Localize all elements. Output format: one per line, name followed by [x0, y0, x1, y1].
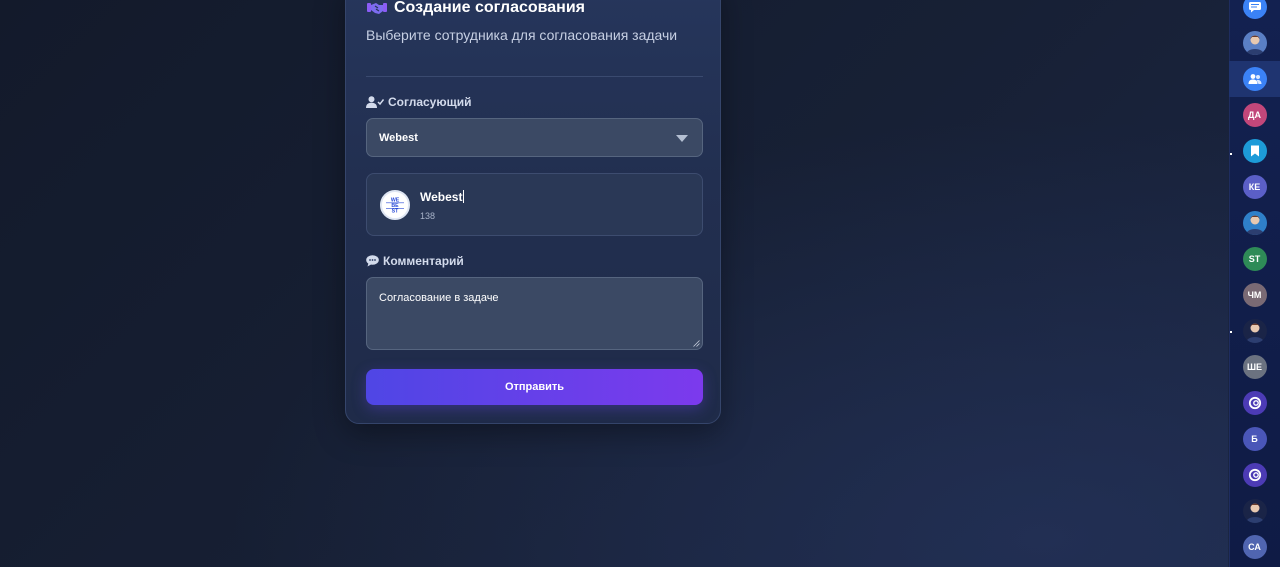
- selected-user-name: Webest: [420, 190, 463, 204]
- approval-form-card: Создание согласования Выберите сотрудник…: [345, 0, 721, 424]
- sidebar-chat-item[interactable]: [1229, 457, 1280, 493]
- approver-label-text: Согласующий: [388, 95, 472, 109]
- sidebar-chat-item[interactable]: ДА: [1229, 97, 1280, 133]
- approver-select-value: Webest: [379, 131, 418, 144]
- webest-logo-icon: WE BE ST: [385, 196, 405, 215]
- comment-label-text: Комментарий: [383, 254, 464, 268]
- avatar-initials: СА: [1242, 535, 1267, 559]
- sidebar-chat-item[interactable]: [1229, 205, 1280, 241]
- comment-textarea[interactable]: Согласование в задаче: [366, 277, 703, 350]
- sidebar-chat-item[interactable]: Б: [1229, 421, 1280, 457]
- avatar-photo: [1242, 499, 1267, 523]
- sidebar-chat-item[interactable]: КЕ: [1229, 169, 1280, 205]
- speech-bubble-icon: [366, 255, 379, 267]
- sidebar-chat-item[interactable]: [1229, 133, 1280, 169]
- page-title: Создание согласования: [394, 0, 585, 16]
- avatar-photo: [1242, 31, 1267, 55]
- avatar-initials: ЧМ: [1242, 283, 1267, 307]
- avatar-initials: Б: [1242, 427, 1267, 451]
- submit-button[interactable]: Отправить: [366, 369, 703, 405]
- swirl-logo-icon: [1242, 391, 1267, 415]
- sidebar-chat-item[interactable]: ШЕ: [1229, 349, 1280, 385]
- handshake-icon: [366, 0, 388, 16]
- chevron-down-icon: [676, 135, 688, 142]
- sidebar-chat-item[interactable]: [1229, 385, 1280, 421]
- selected-user-name-row: Webest: [420, 190, 465, 204]
- form-header: Создание согласования: [366, 0, 585, 17]
- sidebar-chat-item[interactable]: [1229, 493, 1280, 529]
- form-subtitle: Выберите сотрудника для согласования зад…: [366, 27, 678, 43]
- approver-field-label: Согласующий: [366, 95, 471, 109]
- user-check-icon: [366, 96, 384, 108]
- comment-text: Согласование в задаче: [379, 292, 499, 304]
- selected-user-id: 138: [420, 211, 436, 221]
- avatar-initials: ДА: [1242, 103, 1267, 127]
- avatar-initials: КЕ: [1242, 175, 1267, 199]
- chat-icon: [1242, 0, 1267, 19]
- sidebar-chat-item[interactable]: [1229, 313, 1280, 349]
- sidebar-chat-item[interactable]: [1229, 61, 1280, 97]
- company-logo: WE BE ST: [380, 190, 410, 220]
- sidebar-chat-item[interactable]: [1229, 25, 1280, 61]
- sidebar-chat-item[interactable]: ЧМ: [1229, 277, 1280, 313]
- text-cursor: [463, 190, 465, 203]
- unread-indicator-dot: [1230, 153, 1232, 155]
- logo-line-3: ST: [392, 209, 399, 215]
- avatar-initials: ШЕ: [1242, 355, 1267, 379]
- avatar-initials: ST: [1242, 247, 1267, 271]
- bookmark-icon: [1242, 139, 1267, 163]
- sidebar-chat-item[interactable]: ST: [1229, 241, 1280, 277]
- right-sidebar: ДА КЕ ST ЧМ ШЕ Б СА: [1229, 0, 1280, 567]
- header-divider: [366, 76, 703, 77]
- unread-indicator-dot: [1230, 331, 1232, 333]
- sidebar-chat-item[interactable]: СА: [1229, 529, 1280, 565]
- sidebar-chat-item[interactable]: [1229, 0, 1280, 25]
- comment-field-label: Комментарий: [366, 254, 464, 268]
- group-icon: [1242, 67, 1267, 91]
- resize-handle-icon[interactable]: [693, 340, 700, 347]
- selected-user-card: WE BE ST Webest 138: [366, 173, 703, 236]
- avatar-photo: [1242, 319, 1267, 343]
- avatar-photo: [1242, 211, 1267, 235]
- approver-select[interactable]: Webest: [366, 118, 703, 157]
- swirl-logo-icon: [1242, 463, 1267, 487]
